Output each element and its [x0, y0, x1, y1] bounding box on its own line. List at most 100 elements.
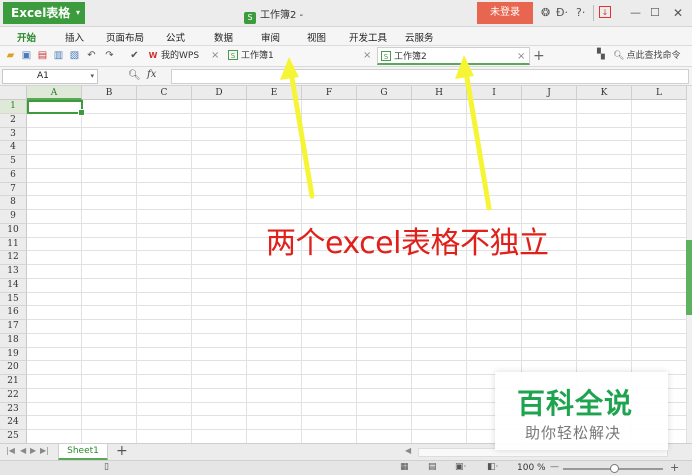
column-header-g[interactable]: G: [357, 86, 412, 100]
column-header-i[interactable]: I: [467, 86, 522, 100]
column-header-f[interactable]: F: [302, 86, 357, 100]
doctab-workbook1[interactable]: S 工作簿1 ×: [225, 47, 375, 65]
last-sheet-icon[interactable]: ▶|: [40, 446, 49, 455]
column-header-l[interactable]: L: [632, 86, 687, 100]
formula-input[interactable]: [171, 69, 689, 84]
print-preview-icon[interactable]: ▧: [68, 49, 81, 62]
add-sheet-button[interactable]: +: [116, 443, 128, 459]
row-header-2[interactable]: 2: [0, 113, 27, 128]
row-header-17[interactable]: 17: [0, 320, 27, 334]
page-layout-view-icon[interactable]: ▣·: [455, 462, 466, 472]
column-header-c[interactable]: C: [137, 86, 192, 100]
row-header-19[interactable]: 19: [0, 347, 27, 362]
gridline-vertical: [81, 100, 82, 443]
tab-view[interactable]: 视图: [307, 30, 326, 44]
tab-insert[interactable]: 插入: [65, 30, 84, 44]
login-button[interactable]: 未登录: [477, 2, 533, 24]
minimize-icon[interactable]: —: [630, 6, 641, 20]
row-header-22[interactable]: 22: [0, 388, 27, 403]
column-header-d[interactable]: D: [192, 86, 247, 100]
zoom-lookup-icon[interactable]: 🔍︎: [128, 70, 141, 81]
tab-formulas[interactable]: 公式: [166, 30, 185, 44]
prev-sheet-icon[interactable]: ◀: [20, 446, 26, 455]
find-command-label: 点此查找命令: [626, 51, 681, 61]
tab-page-layout[interactable]: 页面布局: [106, 30, 144, 44]
row-header-23[interactable]: 23: [0, 402, 27, 417]
tab-cloud-services[interactable]: 云服务: [405, 30, 434, 44]
column-header-a[interactable]: A: [27, 86, 82, 100]
active-cell[interactable]: [27, 100, 85, 116]
first-sheet-icon[interactable]: |◀: [6, 446, 15, 455]
zoom-out-button[interactable]: —: [550, 462, 559, 472]
doctab-workbook2[interactable]: S 工作簿2 ×: [377, 47, 530, 65]
doctab-my-wps[interactable]: W 我的WPS ×: [145, 47, 223, 65]
close-icon[interactable]: ✕: [673, 6, 683, 20]
save-icon[interactable]: ▣: [20, 49, 33, 62]
name-box[interactable]: A1 ▾: [2, 69, 98, 84]
find-command-search[interactable]: 🔍︎ 点此查找命令: [613, 48, 680, 64]
select-all-corner[interactable]: [0, 86, 27, 100]
tab-developer[interactable]: 开发工具: [349, 30, 387, 44]
reading-mode-icon[interactable]: ◧·: [487, 462, 498, 472]
row-header-9[interactable]: 9: [0, 210, 27, 224]
gridline-horizontal: [27, 195, 687, 197]
page-break-view-icon[interactable]: ▤: [428, 462, 437, 472]
row-header-11[interactable]: 11: [0, 237, 27, 252]
close-tab-icon[interactable]: ×: [211, 47, 219, 65]
row-header-16[interactable]: 16: [0, 306, 27, 321]
export-pdf-icon[interactable]: ▤: [36, 49, 49, 62]
row-header-15[interactable]: 15: [0, 292, 27, 307]
column-header-b[interactable]: B: [82, 86, 137, 100]
close-tab-icon[interactable]: ×: [517, 48, 525, 66]
row-header-5[interactable]: 5: [0, 155, 27, 169]
sheet-tab-sheet1[interactable]: Sheet1: [58, 444, 108, 460]
row-header-13[interactable]: 13: [0, 265, 27, 279]
row-header-10[interactable]: 10: [0, 223, 27, 238]
help-icon[interactable]: ?·: [576, 6, 585, 20]
tab-data[interactable]: 数据: [214, 30, 233, 44]
column-header-j[interactable]: J: [522, 86, 577, 100]
close-tab-icon[interactable]: ×: [363, 47, 371, 65]
row-header-8[interactable]: 8: [0, 196, 27, 211]
scroll-left-icon[interactable]: ◀: [405, 446, 411, 455]
layout-icon[interactable]: ▚: [597, 49, 605, 60]
customize-icon[interactable]: ✔: [128, 49, 141, 62]
normal-view-icon[interactable]: ▦: [400, 462, 409, 472]
column-header-h[interactable]: H: [412, 86, 467, 100]
chevron-down-icon[interactable]: ▾: [90, 70, 94, 83]
column-header-k[interactable]: K: [577, 86, 632, 100]
row-header-1[interactable]: 1: [0, 100, 27, 114]
tab-review[interactable]: 审阅: [261, 30, 280, 44]
next-sheet-icon[interactable]: ▶: [30, 446, 36, 455]
zoom-in-button[interactable]: +: [670, 461, 679, 474]
maximize-icon[interactable]: ☐: [650, 6, 660, 20]
new-tab-button[interactable]: +: [533, 47, 545, 65]
skin-icon[interactable]: ❂: [541, 6, 550, 20]
share-icon[interactable]: Ð·: [556, 6, 568, 20]
row-header-3[interactable]: 3: [0, 127, 27, 142]
download-icon[interactable]: ↓: [599, 6, 611, 18]
row-header-25[interactable]: 25: [0, 430, 27, 443]
row-header-20[interactable]: 20: [0, 361, 27, 376]
zoom-level[interactable]: 100 %: [517, 463, 546, 473]
document-title: S 工作簿2 -: [244, 6, 303, 24]
row-header-18[interactable]: 18: [0, 333, 27, 348]
column-header-e[interactable]: E: [247, 86, 302, 100]
spreadsheet-icon: S: [381, 51, 391, 61]
undo-icon[interactable]: ↶: [85, 49, 98, 62]
side-panel-handle[interactable]: [686, 240, 692, 315]
row-header-24[interactable]: 24: [0, 416, 27, 431]
row-header-7[interactable]: 7: [0, 182, 27, 197]
row-header-12[interactable]: 12: [0, 251, 27, 266]
insert-function-button[interactable]: fx: [147, 69, 156, 80]
zoom-slider-knob[interactable]: [610, 464, 619, 473]
app-menu-button[interactable]: Excel表格 ▾: [3, 2, 85, 24]
row-header-21[interactable]: 21: [0, 375, 27, 389]
row-header-4[interactable]: 4: [0, 141, 27, 156]
tab-home[interactable]: 开始: [17, 30, 36, 44]
row-header-6[interactable]: 6: [0, 168, 27, 183]
redo-icon[interactable]: ↷: [103, 49, 116, 62]
open-folder-icon[interactable]: ▰: [4, 49, 17, 62]
print-icon[interactable]: ▥: [52, 49, 65, 62]
row-header-14[interactable]: 14: [0, 278, 27, 293]
